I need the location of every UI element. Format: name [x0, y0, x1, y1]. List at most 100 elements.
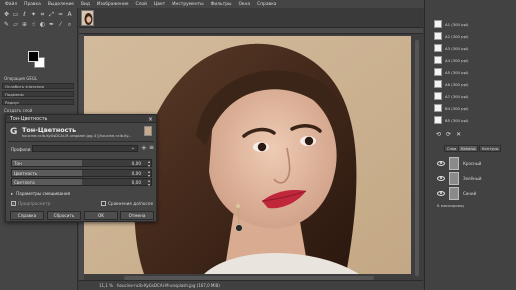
transform-icon[interactable]: ⤢ — [48, 11, 55, 18]
clear-history-icon[interactable]: ✕ — [456, 131, 461, 138]
ok-button[interactable]: OK — [84, 211, 118, 220]
tab-paths[interactable]: Контуры — [479, 145, 502, 152]
paintbrush-icon[interactable]: ✎ — [3, 21, 10, 28]
history-item[interactable]: B5 (300 ppi) — [434, 115, 514, 125]
dodge-icon[interactable]: ◐ — [39, 21, 46, 28]
foreground-color-swatch[interactable] — [28, 51, 39, 62]
close-icon[interactable]: × — [148, 116, 153, 123]
history-item-label: B4 (300 ppi) — [445, 105, 469, 111]
lasso-icon[interactable]: ℓ — [21, 11, 28, 18]
create-layer-option[interactable]: Создать слой — [4, 108, 32, 113]
history-thumbnail-icon — [434, 116, 442, 124]
tab-channels[interactable]: Каналы — [458, 145, 479, 152]
image-tab-thumbnail[interactable] — [81, 10, 94, 26]
smudge-icon[interactable]: ☝ — [30, 21, 37, 28]
menu-item[interactable]: Изображение — [97, 2, 129, 7]
history-item-label: A3 (300 ppi) — [445, 45, 469, 51]
hue-label: Тон — [14, 161, 22, 166]
preset-menu-icon[interactable]: ≡ — [149, 144, 154, 151]
dialog-window-title: Тон-Цветность — [10, 116, 48, 122]
spin-arrows-icon[interactable]: ▴ ▾ — [148, 160, 150, 168]
split-view-check-icon — [101, 201, 106, 206]
history-item[interactable]: A3 (300 ppi) — [434, 43, 514, 53]
zoom-level[interactable]: 11,1 % — [99, 283, 113, 288]
redo-icon[interactable]: ⟳ — [446, 131, 451, 138]
menu-item[interactable]: Правка — [24, 2, 41, 7]
visibility-eye-icon[interactable] — [437, 190, 445, 196]
visibility-eye-icon[interactable] — [437, 175, 445, 181]
warp-icon[interactable]: ≈ — [57, 11, 64, 18]
add-preset-icon[interactable]: + — [141, 144, 147, 152]
menu-item[interactable]: Справка — [257, 2, 276, 7]
channel-row[interactable]: Красный — [437, 155, 515, 171]
history-item[interactable]: A5 (300 ppi) — [434, 67, 514, 77]
menu-item[interactable]: Слой — [136, 2, 147, 7]
zoom-icon[interactable]: ⌕ — [66, 21, 73, 28]
menu-item[interactable]: Фильтры — [211, 2, 232, 7]
lightness-value[interactable]: 0,00 — [132, 180, 141, 185]
menu-item[interactable]: Вид — [81, 2, 90, 7]
history-thumbnail-icon — [434, 80, 442, 88]
history-item[interactable]: A1 (300 ppi) — [434, 19, 514, 29]
blending-options-expander[interactable]: ▸ Параметры смешивания — [11, 191, 70, 196]
hue-value[interactable]: 0,00 — [132, 161, 141, 166]
history-item-label: B5 (300 ppi) — [445, 117, 469, 123]
saturation-value[interactable]: 0,00 — [132, 171, 141, 176]
lightness-slider[interactable]: Светлота 0,00 ▴ ▾ — [11, 178, 152, 186]
preview-checkbox[interactable]: ✓ Предпросмотр — [11, 201, 50, 206]
saturation-slider[interactable]: Цветность 0,00 ▴ ▾ — [11, 169, 152, 177]
channel-row[interactable]: Зелёный — [437, 170, 515, 186]
menu-item[interactable]: Цвет — [154, 2, 165, 7]
spin-arrows-icon[interactable]: ▴ ▾ — [148, 179, 150, 187]
menu-item[interactable]: Выделение — [48, 2, 74, 7]
menu-item[interactable]: Инструменты — [172, 2, 203, 7]
fuzzy-select-icon[interactable]: ✦ — [30, 11, 37, 18]
dialog-separator — [8, 141, 154, 142]
radius-field[interactable]: Радиус — [2, 99, 74, 105]
vertical-scrollbar[interactable] — [415, 40, 419, 276]
cancel-button[interactable]: Отмена — [120, 211, 154, 220]
blending-options-label: Параметры смешивания — [16, 191, 71, 196]
history-thumbnail-icon — [434, 92, 442, 100]
option-row-1[interactable]: Ослабить значения — [2, 83, 74, 89]
undo-icon[interactable]: ⟲ — [436, 131, 441, 138]
dialog-image-thumbnail — [144, 126, 152, 136]
history-thumbnail-icon — [434, 68, 442, 76]
split-view-label: Сравнение до/после — [108, 201, 154, 206]
presets-dropdown[interactable]: ⌄ — [32, 145, 138, 152]
menu-item[interactable]: Окна — [238, 2, 250, 7]
help-button[interactable]: Справка — [10, 211, 44, 220]
history-item[interactable]: B4 (300 ppi) — [434, 103, 514, 113]
history-item-label: A6 (300 ppi) — [445, 81, 469, 87]
clone-icon[interactable]: ⊕ — [21, 21, 28, 28]
menu-item[interactable]: Файл — [5, 2, 17, 7]
hue-slider[interactable]: Тон 0,00 ▴ ▾ — [11, 159, 152, 167]
option-row-2[interactable]: Подменю — [2, 91, 74, 97]
history-item[interactable]: A4 (300 ppi) — [434, 55, 514, 65]
spin-arrows-icon[interactable]: ▴ ▾ — [148, 170, 150, 178]
chevron-down-icon: ⌄ — [130, 144, 135, 151]
status-filename: houcine-ncib-KyGsDCAi-M-unsplash.jpg (16… — [116, 283, 220, 288]
status-bar: 11,1 % houcine-ncib-KyGsDCAi-M-unsplash.… — [79, 280, 423, 290]
channel-row[interactable]: Синий — [437, 185, 515, 201]
image-tab-strip — [79, 8, 423, 28]
visibility-eye-icon[interactable] — [437, 160, 445, 166]
path-icon[interactable]: ✒ — [48, 21, 55, 28]
gegl-logo-icon: G — [10, 127, 18, 137]
history-item[interactable]: A2 (300 ppi) — [434, 31, 514, 41]
move-icon[interactable]: ✥ — [3, 11, 10, 18]
rect-select-icon[interactable]: ▭ — [12, 11, 19, 18]
hue-saturation-dialog: Тон-Цветность × G Тон-Цветность houcine-… — [5, 114, 157, 222]
history-item[interactable]: A7 (300 ppi) — [434, 91, 514, 101]
eraser-icon[interactable]: ▱ — [12, 21, 19, 28]
text-icon[interactable]: A — [66, 11, 73, 18]
preview-check-icon: ✓ — [11, 201, 16, 206]
history-item[interactable]: A6 (300 ppi) — [434, 79, 514, 89]
history-item-label: A4 (300 ppi) — [445, 57, 469, 63]
hue-slider-fill — [12, 160, 82, 166]
crop-icon[interactable]: ⌗ — [39, 11, 46, 18]
dialog-titlebar[interactable]: Тон-Цветность × — [6, 115, 156, 123]
split-view-checkbox[interactable]: Сравнение до/после — [101, 201, 153, 206]
reset-button[interactable]: Сбросить — [47, 211, 81, 220]
picker-icon[interactable]: ⁄ — [57, 21, 64, 28]
